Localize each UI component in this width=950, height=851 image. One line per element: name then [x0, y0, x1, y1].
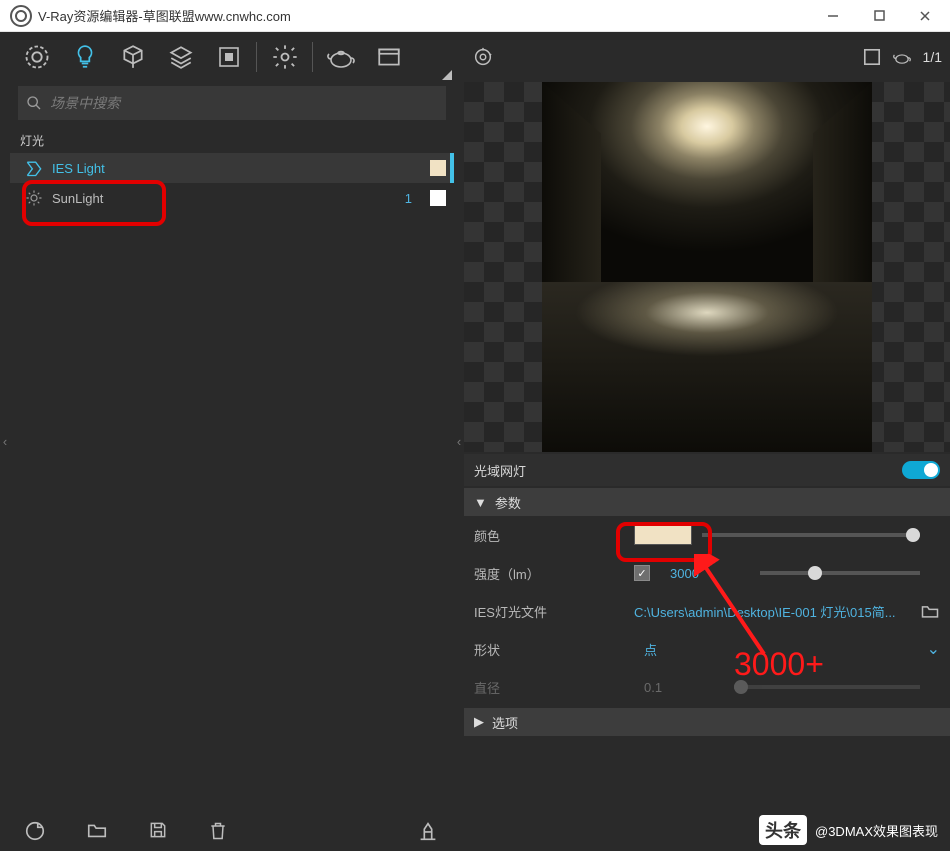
accordion-label: 选项	[492, 713, 518, 732]
save-button[interactable]	[148, 820, 168, 842]
param-shape: 形状 点 ⌄	[464, 630, 950, 668]
param-intensity: 强度（lm） ✓ 3000	[464, 554, 950, 592]
search-box[interactable]	[18, 86, 446, 120]
preview-render	[542, 82, 872, 452]
shape-value[interactable]: 点	[634, 640, 724, 659]
color-swatch	[430, 190, 446, 206]
panel-title-label: 光域网灯	[474, 461, 526, 480]
aspect-square-icon[interactable]	[863, 48, 881, 66]
diameter-slider	[734, 685, 920, 689]
accordion-options[interactable]: ▶ 选项	[464, 708, 950, 736]
param-label: 颜色	[474, 526, 624, 545]
add-button[interactable]	[24, 820, 46, 842]
open-button[interactable]	[86, 820, 108, 842]
list-item[interactable]: IES Light	[10, 153, 454, 183]
param-iesfile: IES灯光文件 C:\Users\admin\Desktop\IE-001 灯光…	[464, 592, 950, 630]
delete-button[interactable]	[208, 820, 228, 842]
param-label: 强度（lm）	[474, 564, 624, 583]
param-label: 直径	[474, 678, 624, 697]
section-label-lights: 灯光	[10, 124, 454, 153]
accordion-label: 参数	[495, 493, 521, 512]
list-item[interactable]: SunLight 1	[10, 183, 454, 213]
category-toolbar	[10, 32, 454, 82]
preview-viewport	[464, 82, 950, 452]
preview-toolbar: 1/1	[464, 32, 950, 82]
selection-edge	[450, 153, 454, 183]
search-icon	[26, 95, 42, 111]
chevron-down-icon: ▼	[474, 495, 487, 510]
lights-icon[interactable]	[62, 34, 108, 80]
textures-icon[interactable]	[206, 34, 252, 80]
enable-toggle[interactable]	[902, 461, 940, 479]
iesfile-path[interactable]: C:\Users\admin\Desktop\IE-001 灯光\015简...	[634, 602, 910, 621]
left-collapse-handle[interactable]: ‹	[0, 32, 10, 851]
search-input[interactable]	[50, 95, 438, 111]
intensity-value[interactable]: 3000	[660, 566, 750, 581]
render-teapot-icon[interactable]	[318, 34, 364, 80]
list-item-label: IES Light	[52, 161, 422, 176]
close-button[interactable]	[902, 0, 948, 32]
list-item-label: SunLight	[52, 191, 397, 206]
color-picker[interactable]	[634, 525, 692, 545]
maximize-button[interactable]	[856, 0, 902, 32]
chevron-down-icon[interactable]: ⌄	[927, 639, 940, 659]
toolbar-expand-icon[interactable]	[442, 70, 452, 80]
left-footer	[10, 811, 454, 851]
preview-refresh-icon[interactable]	[472, 46, 494, 68]
render-teapot-small-icon[interactable]	[891, 48, 913, 66]
intensity-checkbox[interactable]: ✓	[634, 565, 650, 581]
param-color: 颜色	[464, 516, 950, 554]
accordion-params[interactable]: ▼ 参数	[464, 488, 950, 516]
right-panel: 1/1 光域网灯 ▼ 参数 颜色	[464, 32, 950, 851]
aspect-ratio-label[interactable]: 1/1	[923, 49, 942, 65]
ies-light-icon	[24, 159, 44, 177]
framebuffer-icon[interactable]	[366, 34, 412, 80]
panel-header: 光域网灯	[464, 454, 950, 486]
window-title: V-Ray资源编辑器-草图联盟www.cnwhc.com	[38, 6, 810, 25]
color-swatch	[430, 160, 446, 176]
param-diameter: 直径 0.1	[464, 668, 950, 706]
param-label: IES灯光文件	[474, 602, 624, 621]
left-panel: 灯光 IES Light SunLight 1	[10, 32, 454, 851]
intensity-slider[interactable]	[760, 571, 920, 575]
diameter-value: 0.1	[634, 680, 724, 695]
geometry-icon[interactable]	[110, 34, 156, 80]
settings-icon[interactable]	[262, 34, 308, 80]
materials-icon[interactable]	[14, 34, 60, 80]
title-bar: V-Ray资源编辑器-草图联盟www.cnwhc.com	[0, 0, 950, 32]
browse-folder-icon[interactable]	[920, 602, 940, 620]
param-label: 形状	[474, 640, 624, 659]
list-item-count: 1	[405, 191, 412, 206]
layers-icon[interactable]	[158, 34, 204, 80]
watermark: 头条 @3DMAX效果图表现	[759, 815, 938, 845]
watermark-badge: 头条	[759, 815, 807, 845]
purge-button[interactable]	[416, 820, 440, 842]
color-slider[interactable]	[702, 533, 920, 537]
asset-list: IES Light SunLight 1	[10, 153, 454, 811]
minimize-button[interactable]	[810, 0, 856, 32]
watermark-text: @3DMAX效果图表现	[815, 821, 938, 840]
mid-collapse-handle[interactable]: ‹	[454, 32, 464, 851]
chevron-right-icon: ▶	[474, 714, 484, 730]
app-logo-icon	[10, 5, 32, 27]
sun-light-icon	[24, 189, 44, 207]
